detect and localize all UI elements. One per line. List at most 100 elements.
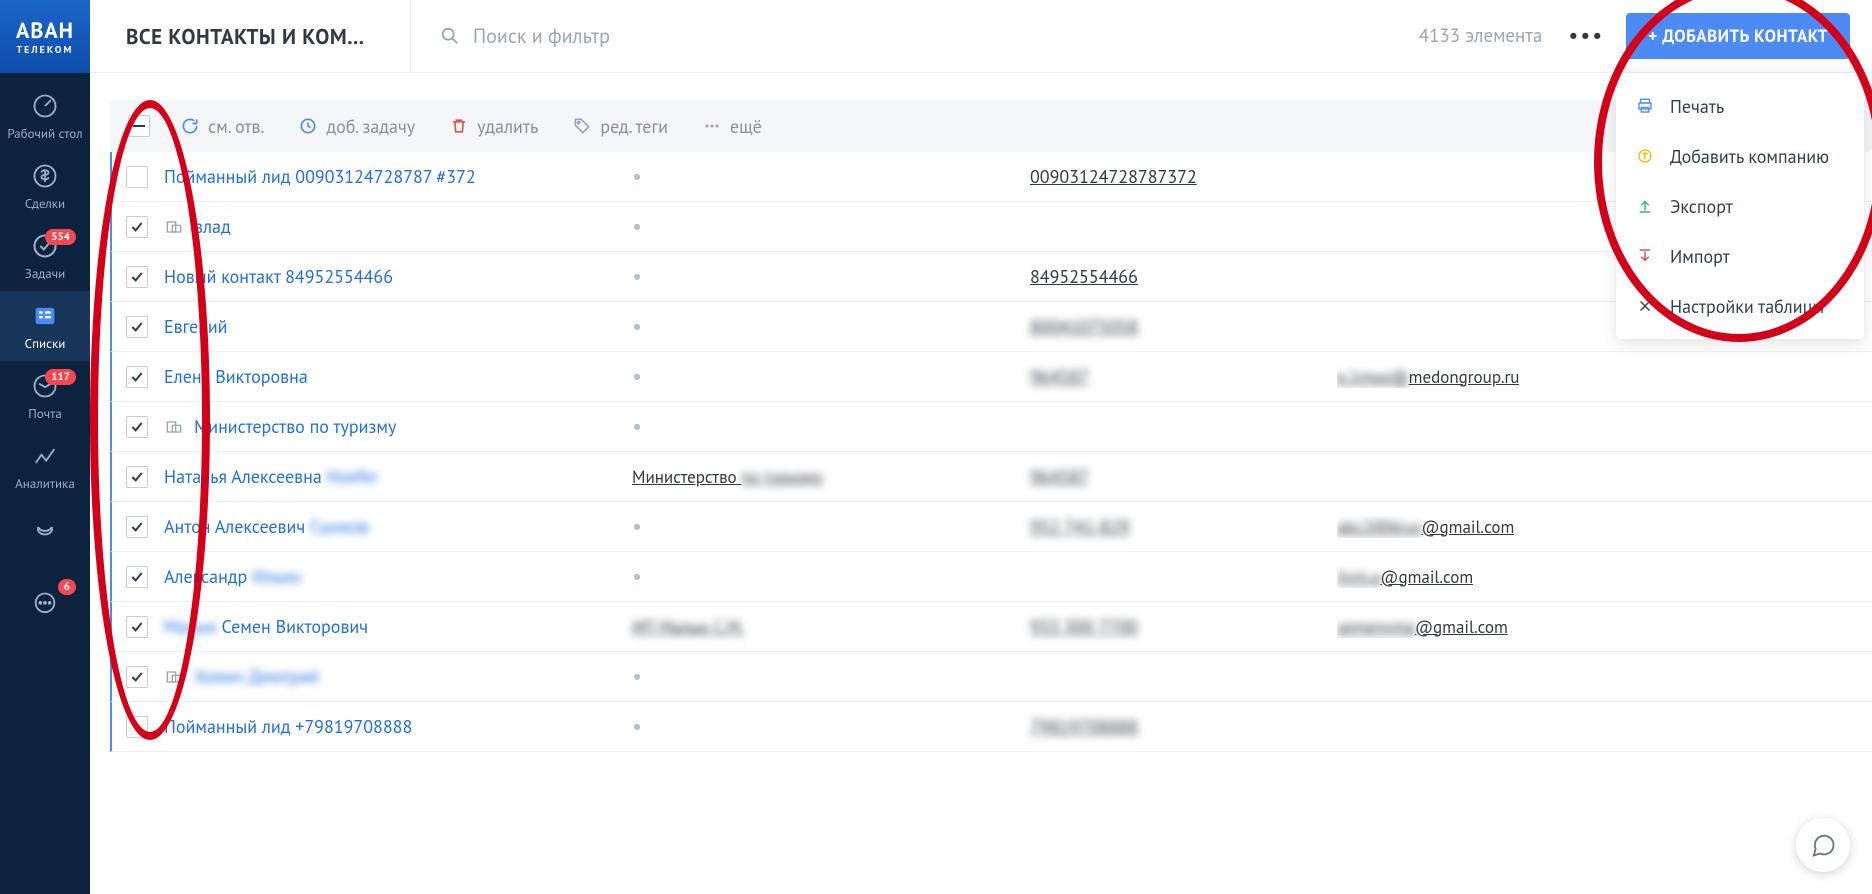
contact-name[interactable]: Наталья Алексеевна Hoefer [164,465,378,488]
contact-company: • [632,713,642,741]
sidebar-item-analytics[interactable]: Аналитика [0,431,90,501]
action-label: ещё [730,115,762,138]
list-icon [30,301,60,331]
row-checkbox[interactable] [126,616,148,638]
contact-phone[interactable]: 80041075058 [1030,315,1138,338]
logo: АВАН ТЕЛЕКОМ [0,0,90,73]
contact-email[interactable]: ilyin.a@gmail.com [1337,566,1473,588]
action-label: удалить [477,115,538,138]
action-label: ред. теги [600,115,668,138]
sidebar-item-desktop[interactable]: Рабочий стол [0,81,90,151]
menu-label: Экспорт [1670,195,1733,218]
contact-phone[interactable]: 79819708888 [1030,715,1138,738]
sidebar-label: Аналитика [15,475,75,492]
table-row: Малык Семен Викторович ИП Малык С.М. 933 … [110,602,1872,652]
company-icon [164,417,184,437]
sidebar-item-lists[interactable]: Списки [0,291,90,361]
chart-icon [30,441,60,471]
search-input[interactable]: Поиск и фильтр [411,23,1419,49]
contact-company: • [632,313,642,341]
speech-bubble-icon [1809,831,1837,859]
table-row: Пойманный лид 00903124728787 #372 • 009031… [110,152,1872,202]
table-row: Александр Ильин•ilyin.a@gmail.com [110,552,1872,602]
contact-company[interactable]: Министерство по туризму [632,466,823,488]
tag-icon [572,116,592,136]
contact-company: • [632,363,642,391]
company-icon [164,217,184,237]
contact-name[interactable]: Пойманный лид +79819708888 [164,715,412,738]
sidebar-item-deals[interactable]: Сделки [0,151,90,221]
contact-name[interactable]: Пойманный лид 00903124728787 #372 [164,165,476,188]
action-change-responsible[interactable]: см. отв. [180,115,264,138]
contact-phone[interactable]: 933 300 7700 [1030,615,1138,638]
row-checkbox[interactable] [126,566,148,588]
select-all-checkbox[interactable] [128,115,150,137]
header: ВСЕ КОНТАКТЫ И КОМ… Поиск и фильтр 4133 … [90,0,1872,73]
contact-phone[interactable]: 964587 [1030,465,1089,488]
trash-icon [449,116,469,136]
contact-email[interactable]: abc2006rus@gmail.com [1337,516,1514,538]
row-checkbox[interactable] [126,166,148,188]
contact-name[interactable]: влад [194,215,231,238]
more-menu-trigger[interactable]: ••• [1566,22,1606,50]
contact-company: • [632,163,642,191]
menu-table-settings[interactable]: Настройки таблицы [1616,281,1864,331]
contact-name[interactable]: Министерство по туризму [194,415,396,438]
table-row: Антон Алексеевич Сынков•952 741-829abc20… [110,502,1872,552]
contact-phone[interactable]: 84952554466 [1030,265,1138,288]
dollar-icon [30,161,60,191]
chat-fab[interactable] [1796,818,1850,872]
company-icon [164,667,184,687]
row-checkbox[interactable] [126,716,148,738]
menu-export[interactable]: Экспорт [1616,181,1864,231]
row-checkbox[interactable] [126,466,148,488]
contact-email[interactable]: e.1moo@medongroup.ru [1337,366,1519,388]
action-delete[interactable]: удалить [449,115,538,138]
row-checkbox[interactable] [126,216,148,238]
tools-icon [1634,295,1656,317]
action-more[interactable]: ещё [702,115,762,138]
search-icon [439,25,461,47]
sidebar-item-mail[interactable]: Почта 117 [0,361,90,431]
row-checkbox[interactable] [126,516,148,538]
sidebar-badge: 6 [58,579,76,595]
add-contact-button[interactable]: + ДОБАВИТЬ КОНТАКТ [1626,13,1850,59]
table-row: Хомич Дмитрий• [110,652,1872,702]
sidebar-item-tasks[interactable]: Задачи 554 [0,221,90,291]
contact-name[interactable]: Антон Алексеевич Сынков [164,515,369,538]
action-add-task[interactable]: доб. задачу [298,115,415,138]
row-checkbox[interactable] [126,666,148,688]
menu-print[interactable]: Печать [1616,81,1864,131]
row-checkbox[interactable] [126,366,148,388]
menu-add-company[interactable]: Добавить компанию [1616,131,1864,181]
action-label: доб. задачу [326,115,415,138]
contact-name[interactable]: Евгений [164,315,228,338]
table-row: Министерство по туризму• [110,402,1872,452]
contact-name[interactable]: Новый контакт 84952554466 [164,265,393,288]
sidebar-label: Почта [28,405,62,422]
contact-company[interactable]: ИП Малык С.М. [632,616,744,638]
clock-icon [298,116,318,136]
action-edit-tags[interactable]: ред. теги [572,115,668,138]
contact-phone[interactable]: 00903124728787372 [1030,165,1197,188]
contact-phone[interactable]: 964587 [1030,365,1089,388]
coin-icon [1634,145,1656,167]
table-row: Евгений • 80041075058 [110,302,1872,352]
table-row: влад• [110,202,1872,252]
sidebar-item-extra[interactable] [0,501,90,571]
contact-phone[interactable]: 952 741-829 [1030,515,1130,538]
sidebar-label: Сделки [25,195,65,212]
row-checkbox[interactable] [126,316,148,338]
menu-import[interactable]: Импорт [1616,231,1864,281]
contact-name[interactable]: Хомич Дмитрий [194,665,319,688]
logo-line1: АВАН [16,17,74,45]
contact-email[interactable]: semenvma@gmail.com [1337,616,1508,638]
row-checkbox[interactable] [126,416,148,438]
table-row: Наталья Алексеевна Hoefer Министерство по… [110,452,1872,502]
sidebar-item-chat[interactable]: 6 [0,571,90,641]
contact-name[interactable]: Александр Ильин [164,565,301,588]
row-checkbox[interactable] [126,266,148,288]
contact-name[interactable]: Малык Семен Викторович [164,615,368,638]
contact-name[interactable]: Елена Викторовна [164,365,308,388]
search-placeholder: Поиск и фильтр [473,23,610,49]
